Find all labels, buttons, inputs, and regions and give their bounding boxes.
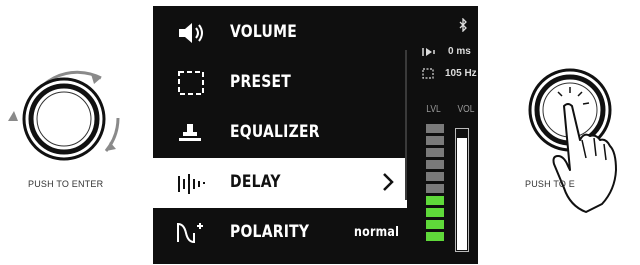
settings-menu: VOLUME PRESET EQUALIZER DELAY POLARITY n… <box>153 8 407 258</box>
level-meter-segment <box>426 208 444 217</box>
bluetooth-icon <box>459 18 467 32</box>
level-meter <box>426 124 444 241</box>
menu-item-label: DELAY <box>230 172 281 192</box>
speaker-icon <box>179 23 203 43</box>
crossover-small-icon <box>422 68 434 79</box>
rotary-knob-left[interactable] <box>6 56 126 196</box>
level-meter-segment <box>426 160 444 169</box>
delay-small-icon <box>422 48 435 56</box>
level-meter-segment <box>426 220 444 229</box>
menu-item-delay[interactable]: DELAY <box>153 158 407 208</box>
device-screen: VOLUME PRESET EQUALIZER DELAY POLARITY n… <box>153 6 478 264</box>
equalizer-icon <box>179 124 201 141</box>
menu-item-polarity[interactable]: POLARITY normal <box>153 208 407 258</box>
volume-bar <box>455 128 469 252</box>
level-meter-segment <box>426 196 444 205</box>
menu-item-label: VOLUME <box>230 22 297 42</box>
dashed-square-icon <box>178 71 204 95</box>
level-meter-segment <box>426 124 444 133</box>
level-meter-segment <box>426 184 444 193</box>
vol-label: VOL <box>457 104 475 115</box>
crossover-value: 105 Hz <box>445 68 477 79</box>
menu-item-volume[interactable]: VOLUME <box>153 8 407 58</box>
menu-item-label: EQUALIZER <box>230 122 320 142</box>
menu-item-label: POLARITY <box>230 222 310 242</box>
level-meter-segment <box>426 232 444 241</box>
level-meter-segment <box>426 172 444 181</box>
chevron-right-icon <box>383 173 394 191</box>
polarity-icon <box>177 222 203 244</box>
push-to-enter-caption-left: PUSH TO ENTER <box>28 179 104 189</box>
rotary-knob-right[interactable] <box>520 66 640 241</box>
menu-item-preset[interactable]: PRESET <box>153 58 407 108</box>
level-meter-segment <box>426 148 444 157</box>
menu-item-equalizer[interactable]: EQUALIZER <box>153 108 407 158</box>
lvl-label: LVL <box>426 104 441 115</box>
level-meter-segment <box>426 136 444 145</box>
menu-scrollbar[interactable] <box>405 50 407 200</box>
volume-bar-fill <box>457 138 467 250</box>
menu-item-label: PRESET <box>230 72 292 92</box>
polarity-value: normal <box>353 225 399 240</box>
delay-value: 0 ms <box>448 46 471 57</box>
push-to-enter-caption-right: PUSH TO E <box>525 179 575 189</box>
delay-icon <box>178 174 205 194</box>
